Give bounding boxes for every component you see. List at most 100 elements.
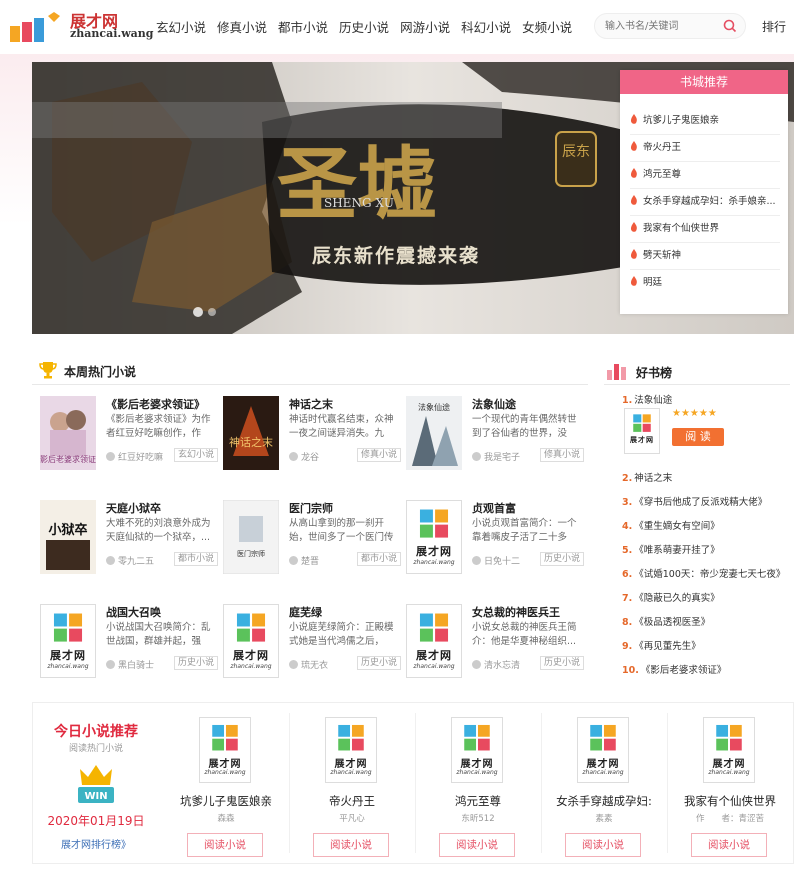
book-tag[interactable]: 历史小说 [540, 552, 585, 566]
today-intro: 今日小说推荐 阅读热门小说 WIN 2020年01月19日 展才网排行榜》 [33, 703, 159, 863]
read-novel-button[interactable]: 阅读小说 [187, 833, 263, 857]
book-title[interactable]: 法象仙途 [472, 396, 516, 412]
site-logo[interactable]: 展才网 zhancai.wang [8, 8, 154, 44]
book-tag[interactable]: 都市小说 [174, 552, 219, 566]
book-title[interactable]: 庭芜绿 [289, 604, 322, 620]
book-cover[interactable]: 影后老婆求领证 [40, 396, 96, 470]
book-tag[interactable]: 历史小说 [540, 656, 585, 670]
book-cover[interactable]: 法象仙途 [406, 396, 462, 470]
today-book-card[interactable]: 展才网 zhancai.wang 我家有个仙侠世界 作 者：青涩苦 阅读小说 [667, 703, 793, 863]
book-cover[interactable]: 展才网 zhancai.wang [406, 604, 462, 678]
book-title[interactable]: 神话之末 [289, 396, 333, 412]
today-subtitle: 阅读热门小说 [68, 744, 123, 754]
rank-item[interactable]: 4. 《重生嫡女有空间》 [622, 518, 720, 532]
book-title[interactable]: 贞观首富 [472, 500, 516, 516]
nav-item[interactable]: 历史小说 [339, 17, 389, 36]
recommend-item[interactable]: 我家有个仙侠世界 [630, 216, 780, 243]
book-tag[interactable]: 修真小说 [540, 448, 585, 462]
ranking-title: 好书榜 [636, 366, 673, 380]
book-title[interactable]: 天庭小狱卒 [106, 500, 161, 516]
rank-item[interactable]: 5. 《唯系萌妻开挂了》 [622, 542, 720, 556]
nav-item[interactable]: 科幻小说 [461, 17, 511, 36]
rank-item[interactable]: 2. 神话之末 [622, 470, 672, 484]
book-card[interactable]: 展才网 zhancai.wang 女总裁的神医兵王 小说女总裁的神医兵王简介：他是… [406, 604, 585, 684]
rank-item[interactable]: 7. 《隐蔽已久的真实》 [622, 590, 720, 604]
book-tag[interactable]: 玄幻小说 [174, 448, 219, 462]
book-desc: 小说庭芜绿简介：正殿模式她是当代鸿儒之后，却... [289, 622, 394, 647]
today-title: 今日小说推荐 [54, 724, 138, 740]
rank-top-cover[interactable]: 展才网 [624, 408, 660, 454]
divider [604, 384, 790, 385]
book-cover[interactable]: 展才网 zhancai.wang [40, 604, 96, 678]
book-cover[interactable]: 展才网 zhancai.wang [577, 717, 629, 783]
read-novel-button[interactable]: 阅读小说 [691, 833, 767, 857]
search-icon[interactable] [723, 19, 737, 33]
book-title[interactable]: 战国大召唤 [106, 604, 161, 620]
book-title[interactable]: 帝火丹王 [289, 793, 415, 809]
rank-item[interactable]: 9. 《再见董先生》 [622, 638, 701, 652]
book-tag[interactable]: 修真小说 [357, 448, 402, 462]
recommend-item[interactable]: 明廷 [630, 270, 780, 297]
rank-item[interactable]: 3. 《穿书后他成了反派戏精大佬》 [622, 494, 767, 508]
today-book-card[interactable]: 展才网 zhancai.wang 鸿元至尊 东昕512 阅读小说 [415, 703, 541, 863]
book-title[interactable]: 我家有个仙侠世界 [667, 793, 793, 809]
book-card[interactable]: 展才网 zhancai.wang 战国大召唤 小说战国大召唤简介：乱世战国，群雄并… [40, 604, 219, 684]
book-card[interactable]: 医门宗师 医门宗师 从高山拿到的那一刹开始，世间多了一个医门传人... 楚晋 都… [223, 500, 402, 580]
nav-item[interactable]: 女频小说 [522, 17, 572, 36]
svg-text:小狱卒: 小狱卒 [48, 522, 87, 538]
book-cover[interactable]: 展才网 zhancai.wang [406, 500, 462, 574]
today-book-card[interactable]: 展才网 zhancai.wang 帝火丹王 平凡心 阅读小说 [289, 703, 415, 863]
book-tag[interactable]: 都市小说 [357, 552, 402, 566]
book-cover[interactable]: 展才网 zhancai.wang [199, 717, 251, 783]
ranking-link[interactable]: 排行 [762, 18, 786, 35]
read-button[interactable]: 阅 读 [672, 428, 724, 446]
recommend-item[interactable]: 鸿元至尊 [630, 162, 780, 189]
book-card[interactable]: 展才网 zhancai.wang 贞观首富 小说贞观首富简介：一个靠着嘴皮子活了二… [406, 500, 585, 580]
rank-item[interactable]: 10. 《影后老婆求领证》 [622, 662, 726, 676]
book-title[interactable]: 女杀手穿越成孕妇: [541, 793, 667, 809]
banner-pinyin: SHENG XU [324, 196, 394, 210]
book-card[interactable]: 影后老婆求领证 《影后老婆求领证》 《影后老婆求领证》为作者红豆好吃嘛创作，作品… [40, 396, 219, 476]
rank-item[interactable]: 6. 《试婚100天：帝少宠妻七天七夜》 [622, 566, 785, 580]
search-input[interactable] [595, 14, 715, 39]
book-title[interactable]: 女总裁的神医兵王 [472, 604, 560, 620]
book-title[interactable]: 《影后老婆求领证》 [106, 396, 205, 412]
book-title[interactable]: 鸿元至尊 [415, 793, 541, 809]
book-card[interactable]: 小狱卒 天庭小狱卒 大难不死的刘浪意外成为天庭仙狱的一个狱卒，... 零九二五 … [40, 500, 219, 580]
book-title[interactable]: 医门宗师 [289, 500, 333, 516]
book-desc: 大难不死的刘浪意外成为天庭仙狱的一个狱卒，... [106, 518, 211, 543]
recommend-item[interactable]: 劈天斩神 [630, 243, 780, 270]
nav-item[interactable]: 都市小说 [278, 17, 328, 36]
book-tag[interactable]: 历史小说 [357, 656, 402, 670]
read-novel-button[interactable]: 阅读小说 [439, 833, 515, 857]
nav-item[interactable]: 修真小说 [217, 17, 267, 36]
ranking-list-link[interactable]: 展才网排行榜》 [33, 836, 159, 851]
book-tag[interactable]: 历史小说 [174, 656, 219, 670]
book-author: 作 者：青涩苦 [695, 814, 764, 824]
search-box [594, 13, 746, 39]
book-title[interactable]: 坑爹儿子鬼医娘亲 [163, 793, 289, 809]
book-card[interactable]: 神话之末 神话之末 神话时代赢名结束，众神一夜之间谜异消失。九州... 龙谷 修… [223, 396, 402, 476]
book-cover[interactable]: 神话之末 [223, 396, 279, 470]
fire-icon [630, 222, 637, 232]
book-cover[interactable]: 展才网 zhancai.wang [325, 717, 377, 783]
book-cover[interactable]: 展才网 zhancai.wang [451, 717, 503, 783]
book-cover[interactable]: 展才网 zhancai.wang [223, 604, 279, 678]
book-card[interactable]: 法象仙途 法象仙途 一个现代的青年偶然转世到了谷仙者的世界，没有... 我是宅子… [406, 396, 585, 476]
book-cover[interactable]: 小狱卒 [40, 500, 96, 574]
today-book-card[interactable]: 展才网 zhancai.wang 坑爹儿子鬼医娘亲 森森 阅读小说 [163, 703, 289, 863]
book-author: 森森 [217, 814, 235, 824]
read-novel-button[interactable]: 阅读小说 [565, 833, 641, 857]
read-novel-button[interactable]: 阅读小说 [313, 833, 389, 857]
book-cover[interactable]: 医门宗师 [223, 500, 279, 574]
recommend-item[interactable]: 坑爹儿子鬼医娘亲 [630, 108, 780, 135]
recommend-item[interactable]: 帝火丹王 [630, 135, 780, 162]
nav-item[interactable]: 网游小说 [400, 17, 450, 36]
recommend-item[interactable]: 女杀手穿越成孕妇：杀手娘亲... [630, 189, 780, 216]
nav-item[interactable]: 玄幻小说 [156, 17, 206, 36]
rank-item-top[interactable]: 1. 法象仙途 [622, 392, 672, 406]
book-cover[interactable]: 展才网 zhancai.wang [703, 717, 755, 783]
rank-item[interactable]: 8. 《极品透视医圣》 [622, 614, 710, 628]
today-book-card[interactable]: 展才网 zhancai.wang 女杀手穿越成孕妇: 素素 阅读小说 [541, 703, 667, 863]
book-card[interactable]: 展才网 zhancai.wang 庭芜绿 小说庭芜绿简介：正殿模式她是当代鸿儒之后… [223, 604, 402, 684]
